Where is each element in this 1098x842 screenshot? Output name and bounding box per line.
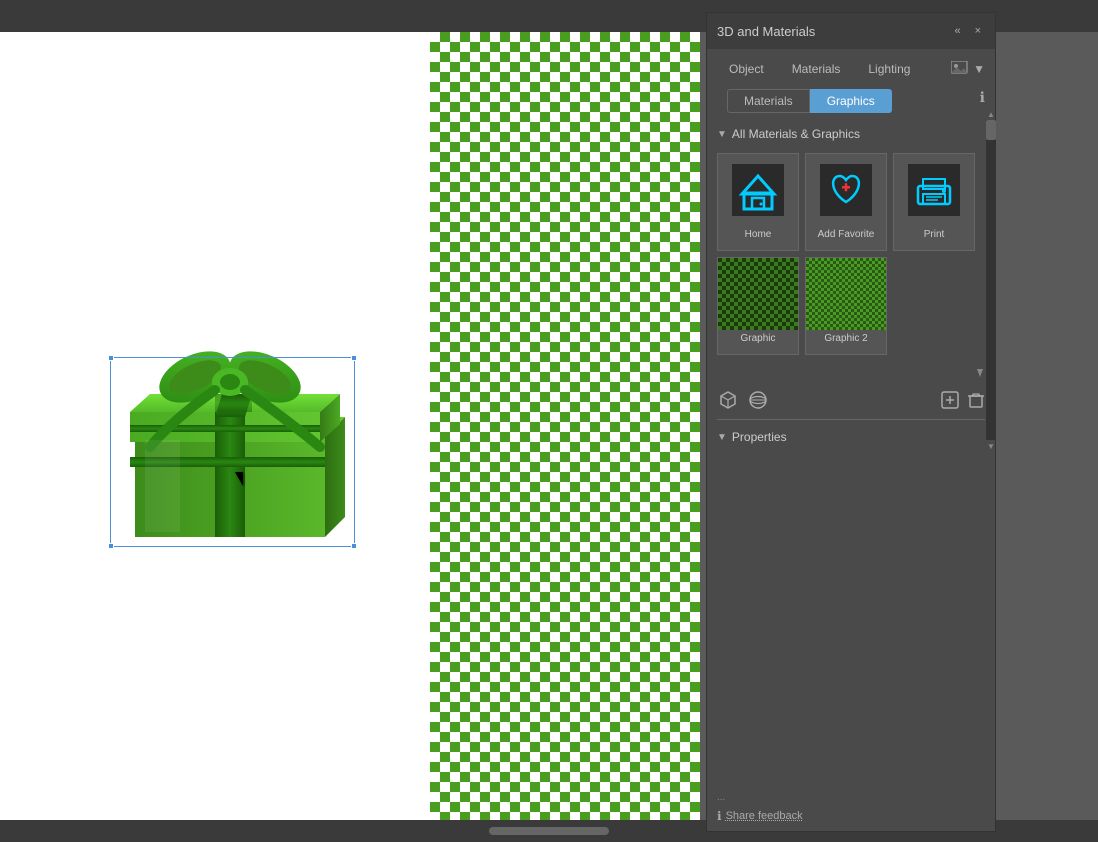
section-all-label: All Materials & Graphics: [732, 127, 860, 141]
delete-item-icon[interactable]: [967, 391, 985, 409]
grid-label-favorite: Add Favorite: [806, 226, 886, 243]
grid-toolbar: [707, 383, 995, 417]
sub-tab-materials[interactable]: Materials: [727, 89, 810, 113]
info-icon[interactable]: ℹ: [980, 89, 985, 106]
scrollbar-arrow-down[interactable]: ▼: [986, 440, 996, 452]
panel-controls: « ×: [950, 23, 985, 39]
environment-icon[interactable]: [951, 61, 969, 77]
scrollbar-horizontal[interactable]: [489, 827, 609, 835]
home-icon-svg: [732, 164, 784, 216]
favorite-icon-svg: [820, 164, 872, 216]
white-canvas: [0, 32, 430, 820]
print-icon-svg: [908, 164, 960, 216]
panel-dots: ...: [717, 792, 725, 803]
scrollbar-thumb[interactable]: [986, 120, 996, 140]
checkered-background: [430, 32, 700, 820]
grid-row-2: Graphic Graphic 2: [717, 257, 985, 355]
properties-content: [707, 452, 995, 831]
section-all-header[interactable]: ▼ All Materials & Graphics: [707, 121, 995, 147]
share-feedback-row[interactable]: ℹ Share feedback: [717, 809, 803, 823]
graphic2-texture: [806, 258, 886, 330]
3d-box-icon[interactable]: [717, 389, 739, 411]
properties-label: Properties: [732, 430, 787, 444]
sub-tab-graphics[interactable]: Graphics: [810, 89, 892, 113]
grid-label-graphic1: Graphic: [718, 330, 798, 347]
grid-item-favorite[interactable]: Add Favorite: [805, 153, 887, 251]
grid-item-graphic1[interactable]: Graphic: [717, 257, 799, 355]
panel-collapse-button[interactable]: «: [950, 23, 964, 39]
canvas-area: [0, 32, 700, 820]
main-tabs: Object Materials Lighting ▼: [707, 49, 995, 81]
panel-divider: [717, 419, 985, 420]
grid-item-home[interactable]: Home: [717, 153, 799, 251]
mouse-cursor: [235, 472, 243, 486]
env-dropdown-arrow[interactable]: ▼: [973, 62, 985, 76]
panel-scrollbar[interactable]: ▲ ▼: [986, 120, 996, 440]
grid-thumb-favorite: [806, 154, 886, 226]
grid-item-graphic2[interactable]: Graphic 2: [805, 257, 887, 355]
tab-object[interactable]: Object: [717, 57, 776, 81]
grid-thumb-graphic1: [718, 258, 798, 330]
grid-label-home: Home: [718, 226, 798, 243]
gift-box-svg: [80, 272, 380, 572]
gift-box-container: [80, 272, 380, 572]
3d-sphere-icon[interactable]: [747, 389, 769, 411]
properties-section-header[interactable]: ▼ Properties: [707, 422, 995, 452]
grid-label-graphic2: Graphic 2: [806, 330, 886, 347]
grid-content: Home Add Favorite: [707, 147, 995, 367]
tab-materials[interactable]: Materials: [780, 57, 853, 81]
share-feedback-link[interactable]: Share feedback: [726, 810, 803, 822]
grid-row-1: Home Add Favorite: [717, 153, 985, 251]
panel-title: 3D and Materials: [717, 24, 815, 39]
properties-chevron-icon: ▼: [717, 432, 727, 443]
share-feedback-icon: ℹ: [717, 809, 722, 823]
graphic1-texture: [718, 258, 798, 330]
grid-thumb-graphic2: [806, 258, 886, 330]
sub-tabs: Materials Graphics: [717, 81, 985, 121]
panel-titlebar: 3D and Materials « ×: [707, 13, 995, 49]
grid-thumb-home: [718, 154, 798, 226]
scroll-down-arrow[interactable]: [975, 367, 985, 379]
grid-thumb-print: [894, 154, 974, 226]
scrollbar-arrow-up[interactable]: ▲: [986, 108, 996, 120]
grid-label-print: Print: [894, 226, 974, 243]
panel-close-button[interactable]: ×: [971, 23, 985, 39]
tab-lighting[interactable]: Lighting: [856, 57, 922, 81]
chevron-down-icon: ▼: [717, 129, 727, 140]
3d-materials-panel: 3D and Materials « × Object Materials Li…: [706, 12, 996, 832]
grid-item-print[interactable]: Print: [893, 153, 975, 251]
add-item-icon[interactable]: [941, 391, 959, 409]
